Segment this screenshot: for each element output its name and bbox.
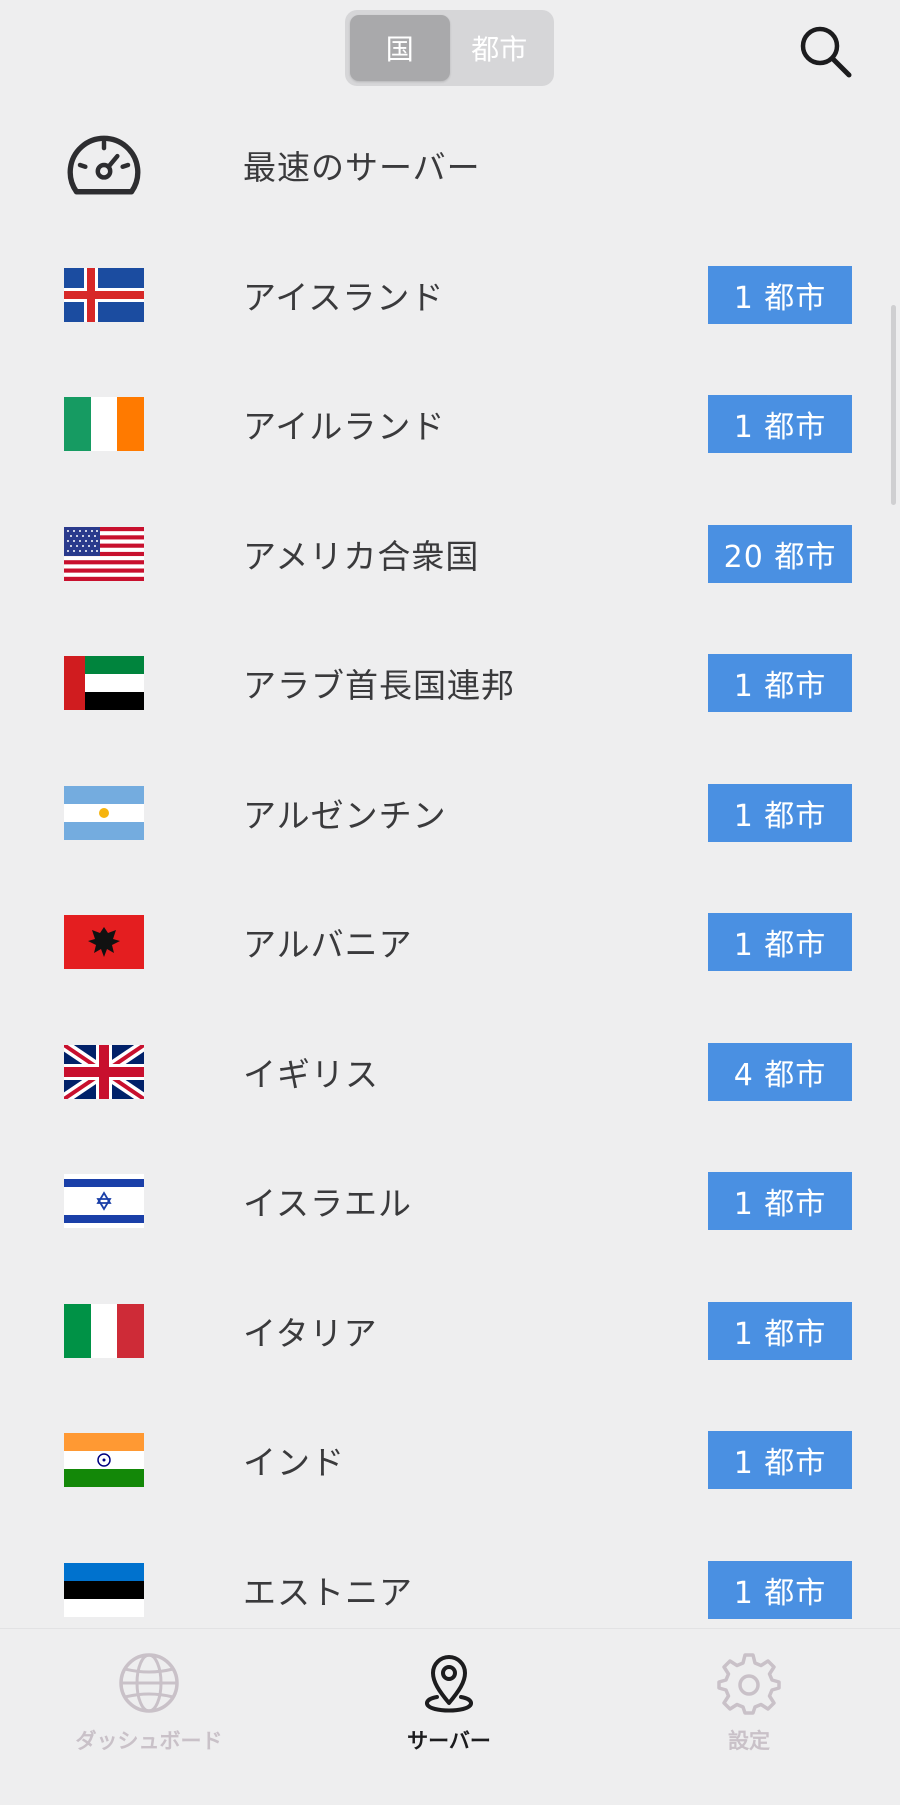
- tab-dashboard[interactable]: ダッシュボード: [49, 1651, 249, 1761]
- country-name: インド: [243, 1443, 345, 1483]
- country-name: アイルランド: [243, 407, 446, 447]
- uk-flag-icon: [64, 1044, 144, 1099]
- ireland-flag-icon: [64, 397, 144, 452]
- country-name: アメリカ合衆国: [243, 536, 480, 576]
- city-count-badge[interactable]: 1 都市: [708, 654, 852, 713]
- usa-flag-icon: [64, 526, 144, 581]
- tab-settings[interactable]: 設定: [649, 1651, 849, 1761]
- fastest-server-label: 最速のサーバー: [243, 148, 481, 187]
- city-count-badge[interactable]: 4 都市: [708, 1042, 852, 1101]
- country-row-israel[interactable]: イスラエル 1 都市: [0, 1137, 900, 1267]
- city-count-badge[interactable]: 1 都市: [708, 1560, 852, 1619]
- globe-icon: [119, 1653, 179, 1713]
- tab-servers-label: サーバー: [407, 1729, 491, 1753]
- city-count-badge[interactable]: 1 都市: [708, 1301, 852, 1360]
- country-row-india[interactable]: インド 1 都市: [0, 1396, 900, 1526]
- country-name: イタリア: [243, 1313, 378, 1353]
- country-name: アルゼンチン: [243, 795, 447, 835]
- country-row-uae[interactable]: アラブ首長国連邦 1 都市: [0, 619, 900, 749]
- city-count-badge[interactable]: 20 都市: [708, 524, 852, 583]
- country-name: アルバニア: [243, 925, 413, 965]
- server-list: 最速のサーバー アイスランド 1 都市 アイルランド 1 都市 アメリカ合衆国 …: [0, 100, 900, 1655]
- country-row-albania[interactable]: アルバニア 1 都市: [0, 878, 900, 1008]
- country-name: アラブ首長国連邦: [243, 666, 515, 706]
- city-count-badge[interactable]: 1 都市: [708, 913, 852, 972]
- city-count-badge[interactable]: 1 都市: [708, 395, 852, 454]
- iceland-flag-icon: [64, 267, 144, 322]
- fastest-server-row[interactable]: 最速のサーバー: [0, 100, 900, 230]
- tab-servers[interactable]: サーバー: [349, 1651, 549, 1761]
- city-count-badge[interactable]: 1 都市: [708, 265, 852, 324]
- top-bar: 国 都市: [0, 0, 900, 100]
- country-row-italy[interactable]: イタリア 1 都市: [0, 1266, 900, 1396]
- israel-flag-icon: [64, 1174, 144, 1229]
- country-row-iceland[interactable]: アイスランド 1 都市: [0, 230, 900, 360]
- search-button[interactable]: [796, 22, 856, 82]
- india-flag-icon: [64, 1433, 144, 1488]
- country-name: イスラエル: [243, 1184, 413, 1224]
- argentina-flag-icon: [64, 785, 144, 840]
- city-count-badge[interactable]: 1 都市: [708, 1431, 852, 1490]
- city-count-badge[interactable]: 1 都市: [708, 1172, 852, 1231]
- location-pin-icon: [425, 1655, 473, 1713]
- gear-icon: [717, 1653, 781, 1715]
- speedometer-icon: [64, 135, 144, 195]
- tab-dashboard-label: ダッシュボード: [75, 1729, 223, 1753]
- segment-city[interactable]: 都市: [450, 15, 550, 81]
- country-city-segmented-control: 国 都市: [345, 10, 554, 86]
- country-name: エストニア: [243, 1572, 413, 1612]
- country-name: イギリス: [243, 1054, 379, 1094]
- segment-country[interactable]: 国: [350, 15, 450, 81]
- bottom-tab-bar: ダッシュボード サーバー 設定: [0, 1628, 900, 1805]
- italy-flag-icon: [64, 1303, 144, 1358]
- albania-flag-icon: [64, 915, 144, 970]
- country-row-usa[interactable]: アメリカ合衆国 20 都市: [0, 489, 900, 619]
- country-row-argentina[interactable]: アルゼンチン 1 都市: [0, 748, 900, 878]
- estonia-flag-icon: [64, 1562, 144, 1617]
- country-row-uk[interactable]: イギリス 4 都市: [0, 1007, 900, 1137]
- tab-settings-label: 設定: [728, 1729, 770, 1753]
- city-count-badge[interactable]: 1 都市: [708, 783, 852, 842]
- uae-flag-icon: [64, 656, 144, 711]
- search-icon: [800, 26, 852, 78]
- scrollbar[interactable]: [891, 305, 896, 505]
- country-name: アイスランド: [243, 277, 445, 317]
- country-row-ireland[interactable]: アイルランド 1 都市: [0, 360, 900, 490]
